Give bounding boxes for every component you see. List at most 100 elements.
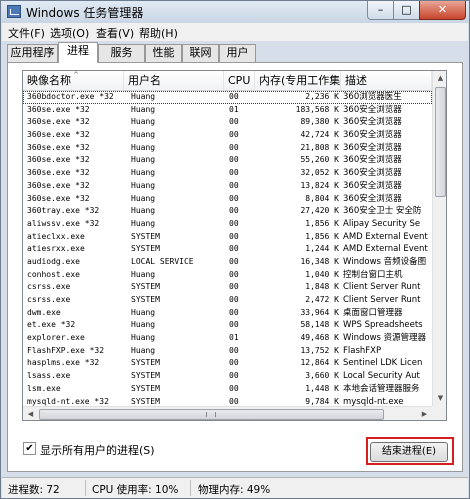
status-bar: 进程数: 72 CPU 使用率: 10% 物理内存: 49% [2,477,468,498]
cell-memory: 1,040 K [305,269,339,279]
cell-image-name: conhost.exe [27,269,80,279]
menu-file[interactable]: 文件(F) [8,25,45,41]
cell-cpu: 01 [229,333,239,343]
task-manager-icon [7,5,21,18]
status-separator [85,480,86,496]
table-row[interactable]: 360se.exe *32 Huang 00 13,824 K 360安全浏览器 [23,180,432,193]
table-row[interactable]: conhost.exe Huang 00 1,040 K 控制台窗口主机 [23,269,432,282]
cell-memory: 183,568 K [295,104,339,114]
table-row[interactable]: 360bdoctor.exe *32 Huang 00 2,236 K 360浏览器医生 [23,91,432,104]
table-row[interactable]: et.exe *32 Huang 00 58,148 K WPS Spreadsheet… [23,319,432,332]
cell-memory: 8,804 K [305,193,339,203]
cell-cpu: 01 [229,104,239,114]
cell-memory: 1,244 K [305,244,339,254]
cell-description: 360安全浏览器 [343,104,402,115]
end-process-button[interactable]: 结束进程(E) [370,442,448,462]
scroll-up-icon[interactable]: ▲ [433,71,446,86]
table-row[interactable]: explorer.exe Huang 01 49,468 K Windows 资源管理器 [23,332,432,345]
cell-image-name: 360bdoctor.exe *32 [27,92,114,101]
tab-applications[interactable]: 应用程序 [7,44,58,62]
cell-cpu: 00 [229,117,239,127]
cell-user-name: Huang [131,142,156,152]
cell-memory: 3,660 K [305,371,339,381]
table-row[interactable]: 360se.exe *32 Huang 00 42,724 K 360安全浏览器 [23,129,432,142]
tab-networking[interactable]: 联网 [182,44,219,62]
minimize-button[interactable]: – [367,1,394,20]
status-separator [190,480,191,496]
tab-processes[interactable]: 进程 [58,42,98,63]
cell-image-name: dwm.exe [27,307,61,317]
cell-description: AMD External Event [343,244,428,255]
process-rows: 360bdoctor.exe *32 Huang 00 2,236 K 360浏览器医生… [23,91,432,420]
cell-cpu: 00 [229,256,239,266]
table-row[interactable]: aliwssv.exe *32 Huang 00 1,856 K Alipay Secu… [23,218,432,231]
tab-performance[interactable]: 性能 [145,44,182,62]
tab-users[interactable]: 用户 [219,44,256,62]
cell-memory: 1,448 K [305,383,339,393]
column-description[interactable]: 描述 [341,71,432,91]
cell-cpu: 00 [229,130,239,140]
cell-user-name: Huang [131,218,156,228]
scroll-left-icon[interactable]: ◀ [23,407,38,420]
column-cpu[interactable]: CPU [224,71,255,91]
cell-image-name: lsass.exe [27,371,71,381]
menu-view[interactable]: 查看(V) [96,25,134,41]
tab-services[interactable]: 服务 [98,44,145,62]
cell-user-name: Huang [131,180,156,190]
vertical-scroll-thumb[interactable] [435,87,446,197]
cell-cpu: 00 [229,371,239,381]
menu-help[interactable]: 帮助(H) [139,25,178,41]
table-row[interactable]: 360se.exe *32 Huang 00 8,804 K 360安全浏览器 [23,193,432,206]
column-memory[interactable]: 内存(专用工作集) [255,71,341,91]
cell-user-name: Huang [131,168,156,178]
table-row[interactable]: atiesrxx.exe SYSTEM 00 1,244 K AMD External … [23,243,432,256]
cell-memory: 12,864 K [300,358,339,368]
cell-cpu: 00 [229,345,239,355]
table-row[interactable]: hasplms.exe *32 SYSTEM 00 12,864 K Sentinel … [23,357,432,370]
table-row[interactable]: lsass.exe SYSTEM 00 3,660 K Local Security A… [23,370,432,383]
table-row[interactable]: 360se.exe *32 Huang 00 55,260 K 360安全浏览器 [23,154,432,167]
cell-description: 360安全浏览器 [343,168,402,179]
table-row[interactable]: lsm.exe SYSTEM 00 1,448 K 本地会话管理器服务 [23,383,432,396]
show-all-users-checkbox[interactable]: ✔ [23,442,36,455]
vertical-scrollbar[interactable]: ▲ ▼ [432,71,446,406]
table-row[interactable]: audiodg.exe LOCAL SERVICE 00 16,348 K Window… [23,256,432,269]
table-row[interactable]: 360se.exe *32 Huang 00 89,380 K 360安全浏览器 [23,116,432,129]
process-list[interactable]: 映像名称 ^ 用户名 CPU 内存(专用工作集) 描述 360bdoctor.e… [22,70,447,421]
scroll-down-icon[interactable]: ▼ [433,391,446,406]
cell-cpu: 00 [229,383,239,393]
column-user-name[interactable]: 用户名 [124,71,224,91]
scrollbar-corner [432,406,446,420]
table-row[interactable]: FlashFXP.exe *32 Huang 00 13,752 K FlashFXP [23,345,432,358]
cell-memory: 27,420 K [300,206,339,216]
table-row[interactable]: atieclxx.exe SYSTEM 00 1,856 K AMD External … [23,231,432,244]
table-row[interactable]: dwm.exe Huang 00 33,964 K 桌面窗口管理器 [23,307,432,320]
cell-description: 桌面窗口管理器 [343,307,403,318]
cell-description: Client Server Runt [343,295,421,305]
table-row[interactable]: 360se.exe *32 Huang 01 183,568 K 360安全浏览器 [23,104,432,117]
table-row[interactable]: 360tray.exe *32 Huang 00 27,420 K 360安全卫士 安全… [23,205,432,218]
cell-image-name: 360se.exe *32 [27,130,90,140]
scroll-right-icon[interactable]: ▶ [417,407,432,420]
column-image-name[interactable]: 映像名称 ^ [23,71,124,91]
table-row[interactable]: 360se.exe *32 Huang 00 32,052 K 360安全浏览器 [23,167,432,180]
horizontal-scroll-thumb[interactable] [39,409,384,420]
cell-description: 360安全浏览器 [343,142,402,153]
cell-memory: 33,964 K [300,307,339,317]
cell-description: 控制台窗口主机 [343,269,403,280]
horizontal-scrollbar[interactable]: ◀ ▶ [23,406,432,420]
table-row[interactable]: 360se.exe *32 Huang 00 21,808 K 360安全浏览器 [23,142,432,155]
menu-options[interactable]: 选项(O) [50,25,89,41]
cell-description: FlashFXP [343,345,382,356]
cell-cpu: 00 [229,231,239,241]
cell-cpu: 00 [229,307,239,317]
cell-description: AMD External Event [343,231,428,242]
maximize-button[interactable]: □ [393,1,420,20]
table-row[interactable]: csrss.exe SYSTEM 00 1,848 K Client Server Ru… [23,281,432,294]
show-all-users-label[interactable]: 显示所有用户的进程(S) [40,442,155,458]
cell-image-name: explorer.exe [27,333,85,343]
cell-cpu: 00 [229,244,239,254]
cell-user-name: SYSTEM [131,371,160,381]
close-button[interactable]: ✕ [419,1,466,20]
table-row[interactable]: csrss.exe SYSTEM 00 2,472 K Client Server Ru… [23,294,432,307]
